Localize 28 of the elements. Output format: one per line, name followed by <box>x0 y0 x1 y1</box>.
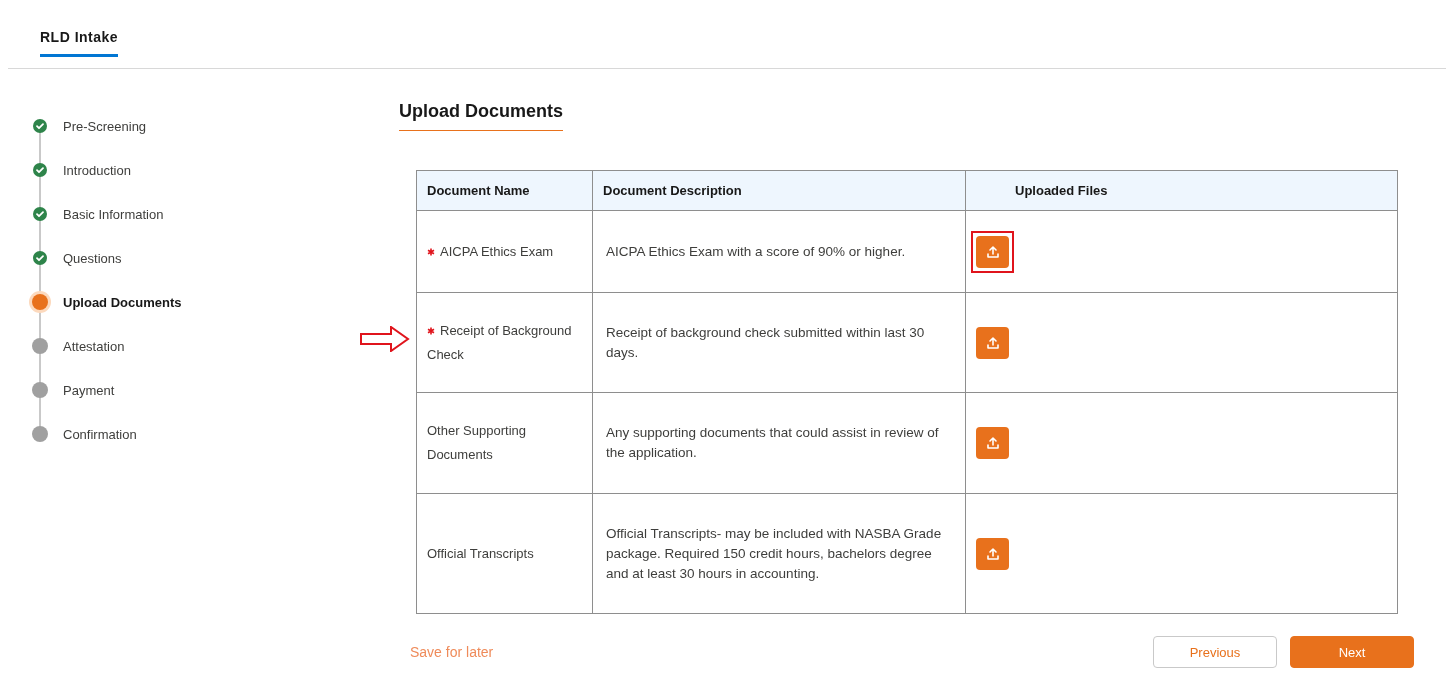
upload-icon <box>985 335 1000 350</box>
upload-icon <box>985 546 1000 561</box>
document-description: AICPA Ethics Exam with a score of 90% or higher. <box>606 243 906 259</box>
upload-button[interactable] <box>976 326 1009 359</box>
step-label[interactable]: Confirmation <box>63 426 137 442</box>
step-label[interactable]: Attestation <box>63 338 125 354</box>
document-name: AICPA Ethics Exam <box>427 243 554 259</box>
step-label[interactable]: Pre-Screening <box>63 118 147 134</box>
upload-button[interactable] <box>976 427 1009 459</box>
upload-button[interactable] <box>976 537 1009 570</box>
document-description: Official Transcripts- may be included with NASBA Grade package. Required 150 credit hours, bachelors degree and at least 30 hours in accounting. <box>606 525 942 581</box>
document-name: Official Transcripts <box>427 545 534 561</box>
tab[interactable]: RLD Intake <box>40 29 119 57</box>
column-header: Document Name <box>427 183 530 198</box>
step-label[interactable]: Upload Documents <box>63 294 182 310</box>
column-header: Document Description <box>603 183 742 198</box>
document-name: Receipt of Background Check <box>427 322 572 362</box>
step-label[interactable]: Basic Information <box>63 206 164 222</box>
step-label[interactable]: Payment <box>63 382 115 398</box>
step-label[interactable]: Introduction <box>63 162 131 178</box>
step-label[interactable]: Questions <box>63 250 122 266</box>
upload-icon <box>985 244 1000 259</box>
document-description: Any supporting documents that could assist in review of the application. <box>606 425 939 460</box>
column-header: Uploaded Files <box>1015 183 1108 198</box>
document-description: Receipt of background check submitted within last 30 days. <box>606 324 925 360</box>
page-title: Upload Documents <box>399 101 563 131</box>
upload-icon <box>985 436 1000 450</box>
document-name: Other Supporting Documents <box>427 423 526 462</box>
